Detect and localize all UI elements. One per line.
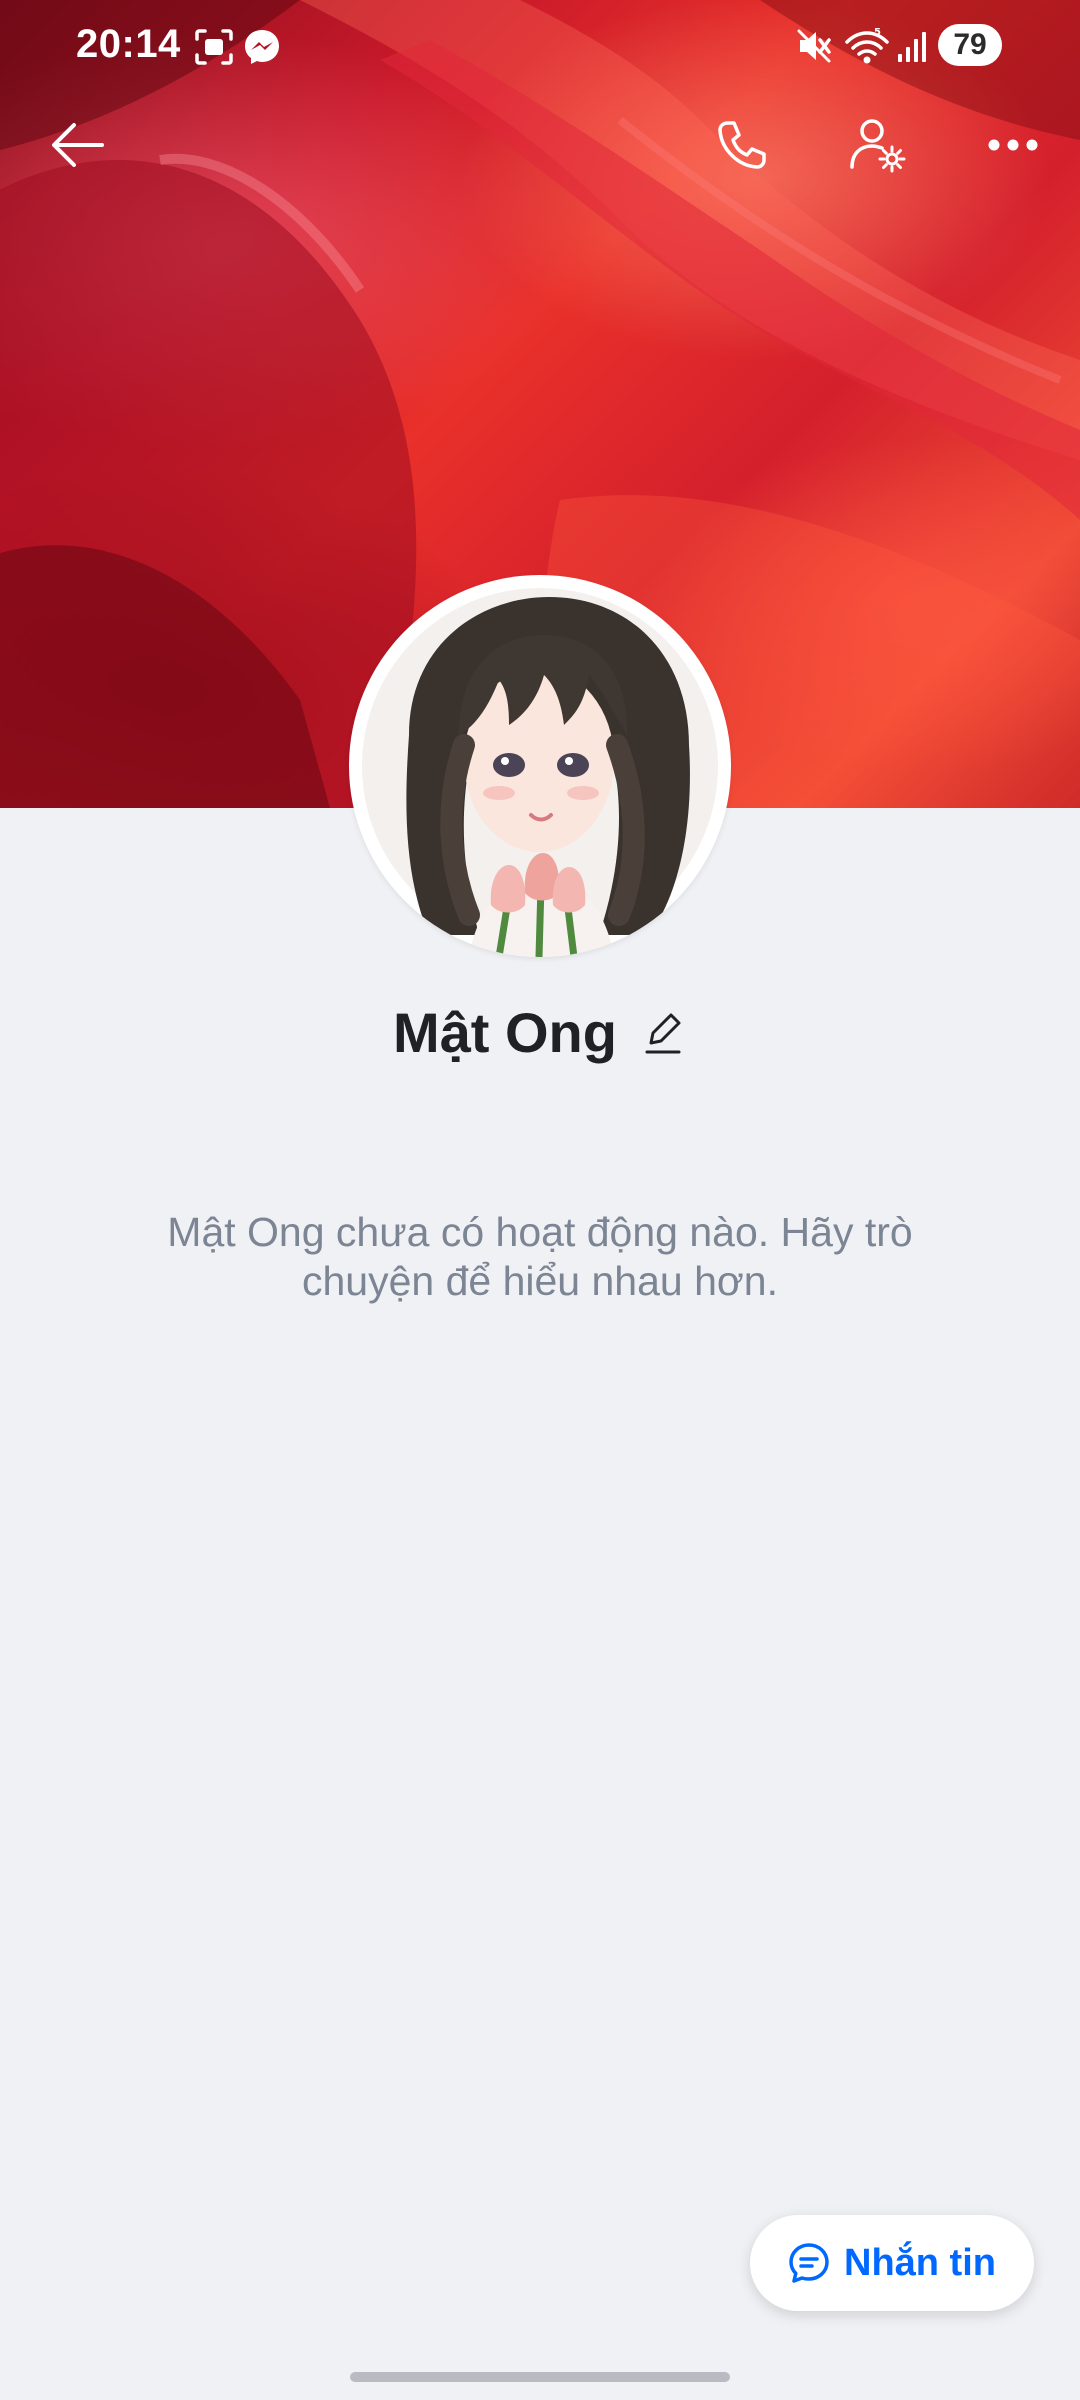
phone-icon <box>718 121 766 169</box>
wifi-icon: 5 <box>845 27 889 64</box>
pencil-icon <box>645 1013 681 1053</box>
screenshot-icon <box>195 29 233 65</box>
back-button[interactable] <box>33 100 123 190</box>
profile-name: Mật Ong <box>393 1001 617 1064</box>
avatar[interactable] <box>349 575 731 957</box>
avatar-illustration <box>362 588 718 957</box>
chat-bubble-icon <box>789 2243 829 2283</box>
status-bar: 20:14 5 79 <box>0 0 1080 90</box>
more-icon <box>988 139 1038 151</box>
status-time: 20:14 <box>76 22 181 66</box>
battery-icon: 79 <box>938 24 1002 66</box>
empty-activity-message: Mật Ong chưa có hoạt động nào. Hãy trò c… <box>167 1209 913 1304</box>
message-button-label: Nhắn tin <box>844 2241 996 2284</box>
messenger-icon <box>245 30 279 64</box>
back-arrow-icon <box>52 123 104 167</box>
call-button[interactable] <box>697 100 787 190</box>
svg-text:5: 5 <box>874 27 881 38</box>
message-button[interactable]: Nhắn tin <box>750 2215 1034 2311</box>
mute-icon <box>797 29 831 63</box>
profile-settings-button[interactable] <box>833 100 923 190</box>
more-options-button[interactable] <box>968 100 1058 190</box>
edit-name-button[interactable] <box>639 1009 687 1057</box>
home-indicator[interactable] <box>350 2372 730 2382</box>
signal-icon <box>898 32 926 62</box>
user-settings-icon <box>850 119 906 173</box>
profile-name-row: Mật Ong <box>0 1000 1080 1065</box>
